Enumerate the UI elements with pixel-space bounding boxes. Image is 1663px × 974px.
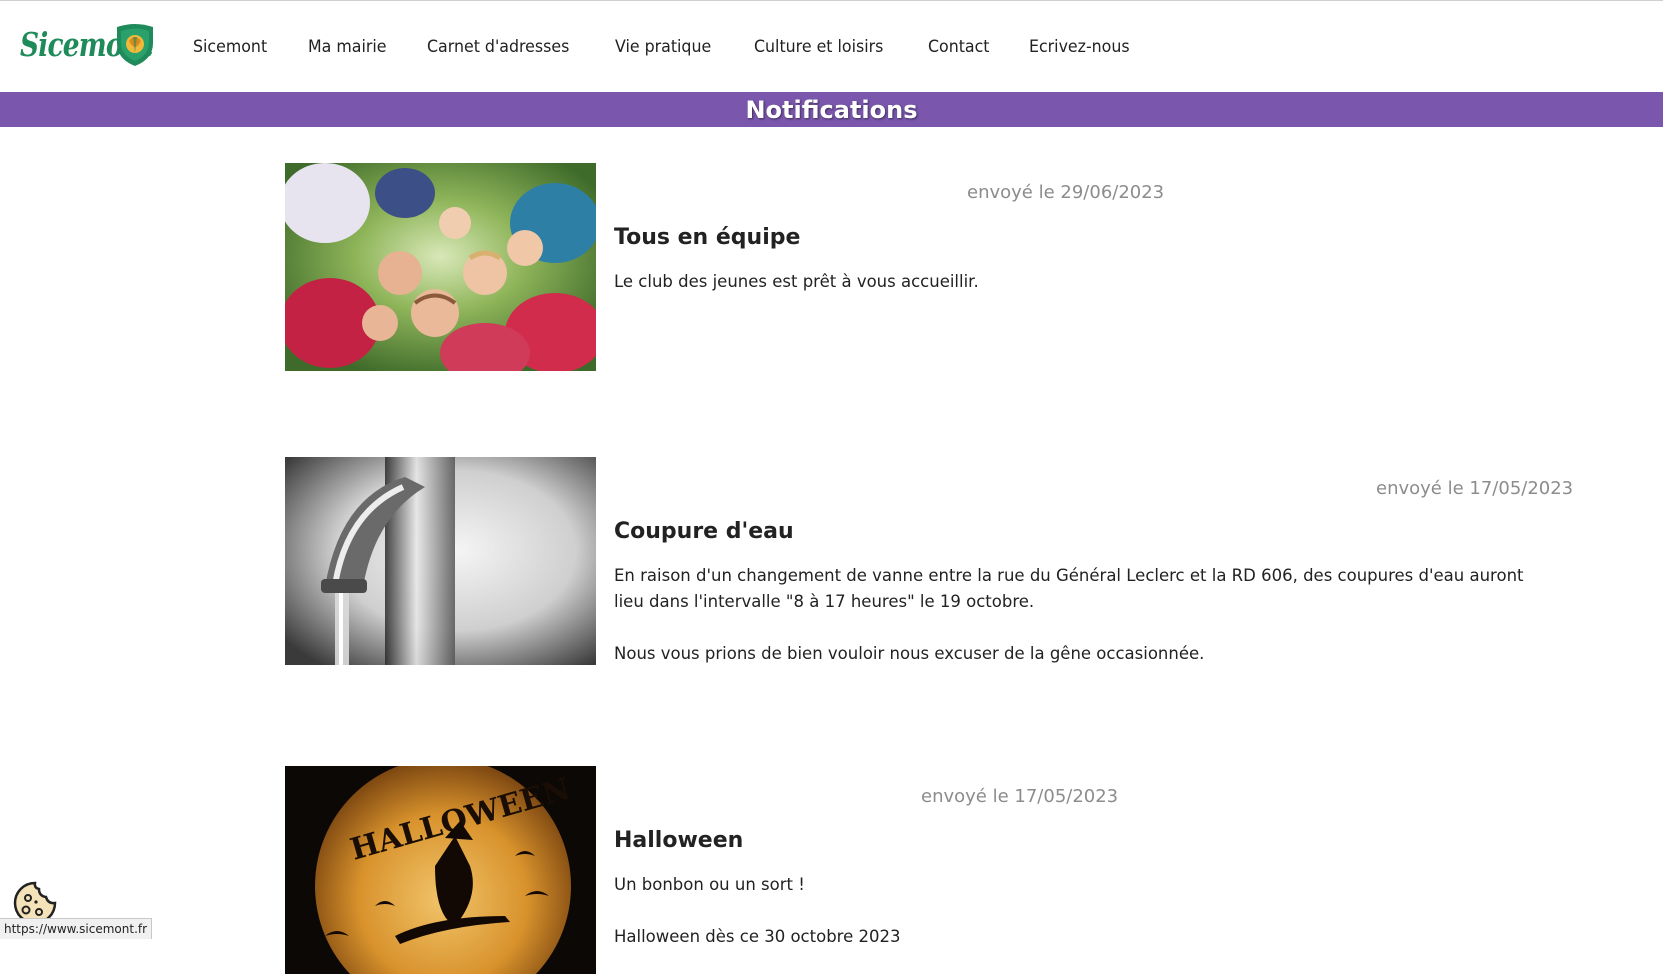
notification-paragraph: En raison d'un changement de vanne entre… bbox=[614, 566, 1524, 611]
notification-paragraph: Halloween dès ce 30 octobre 2023 bbox=[614, 927, 901, 946]
nav-item-carnet-adresses[interactable]: Carnet d'adresses bbox=[427, 37, 569, 57]
notification-date: envoyé le 17/05/2023 bbox=[921, 786, 1119, 807]
notification-body: Le club des jeunes est prêt à vous accue… bbox=[614, 269, 1614, 295]
notification-title: Tous en équipe bbox=[614, 225, 801, 250]
halloween-witch-image[interactable]: HALLOWEEN bbox=[285, 766, 596, 974]
notification-title: Coupure d'eau bbox=[614, 519, 794, 544]
notification-title: Halloween bbox=[614, 828, 744, 853]
water-tap-photo[interactable] bbox=[285, 457, 596, 665]
notification-paragraph: Nous vous prions de bien vouloir nous ex… bbox=[614, 644, 1205, 663]
site-header: Sicemont Sicemont Ma mairie Carnet d'adr… bbox=[0, 1, 1663, 92]
notification-body: Un bonbon ou un sort ! Halloween dès ce … bbox=[614, 872, 1614, 950]
status-bar-url: https://www.sicemont.fr bbox=[0, 918, 153, 939]
notification-date: envoyé le 29/06/2023 bbox=[967, 182, 1165, 203]
page-title: Notifications bbox=[745, 95, 918, 124]
nav-item-ecrivez-nous[interactable]: Ecrivez-nous bbox=[1029, 37, 1130, 57]
site-logo[interactable]: Sicemont bbox=[20, 23, 160, 71]
shield-icon bbox=[117, 24, 153, 66]
notification-body: En raison d'un changement de vanne entre… bbox=[614, 563, 1534, 667]
nav-item-vie-pratique[interactable]: Vie pratique bbox=[615, 37, 711, 57]
page-banner: Notifications bbox=[0, 92, 1663, 127]
notification-paragraph: Le club des jeunes est prêt à vous accue… bbox=[614, 272, 979, 291]
main-nav: Sicemont Ma mairie Carnet d'adresses Vie… bbox=[193, 1, 1137, 92]
nav-item-sicemont[interactable]: Sicemont bbox=[193, 37, 267, 57]
nav-item-contact[interactable]: Contact bbox=[928, 37, 990, 57]
notification-date: envoyé le 17/05/2023 bbox=[1376, 478, 1574, 499]
notification-paragraph: Un bonbon ou un sort ! bbox=[614, 875, 805, 894]
kids-circle-photo[interactable] bbox=[285, 163, 596, 371]
nav-item-ma-mairie[interactable]: Ma mairie bbox=[308, 37, 386, 57]
nav-item-culture-loisirs[interactable]: Culture et loisirs bbox=[754, 37, 883, 57]
